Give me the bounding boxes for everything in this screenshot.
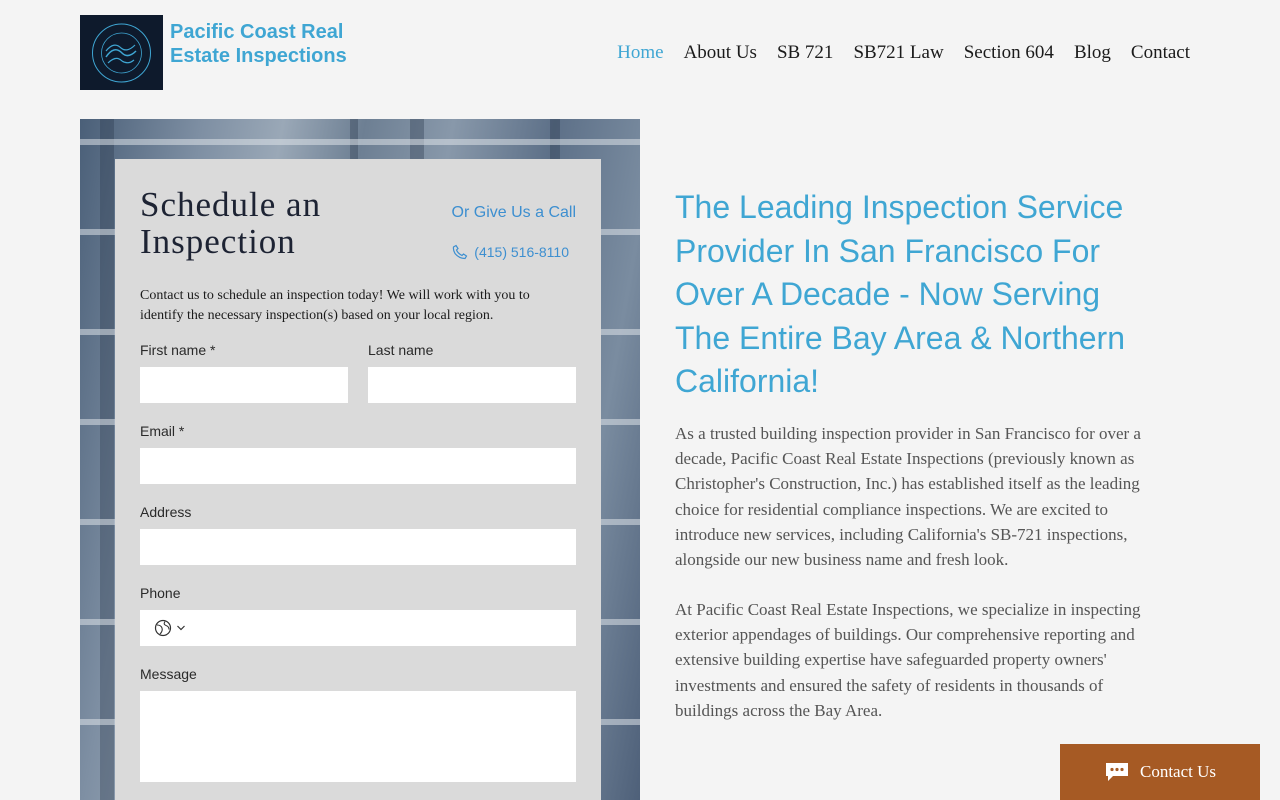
first-name-label: First name *: [140, 342, 216, 358]
schedule-form-card: Schedule an Inspection Or Give Us a Call…: [115, 159, 601, 800]
nav-contact[interactable]: Contact: [1131, 40, 1190, 66]
phone-icon: [453, 244, 468, 260]
nav-home[interactable]: Home: [617, 40, 663, 66]
main-nav: Home About Us SB 721 SB721 Law Section 6…: [617, 40, 1190, 66]
address-label: Address: [140, 504, 192, 520]
message-input[interactable]: [140, 691, 576, 782]
chat-bubble-icon: [1105, 763, 1128, 781]
brand-name[interactable]: Pacific Coast Real Estate Inspections: [170, 20, 347, 68]
phone-number: (415) 516-8110: [474, 244, 569, 260]
phone-input[interactable]: [140, 610, 576, 646]
main-headline: The Leading Inspection Service Provider …: [675, 189, 1125, 399]
intro-paragraph-1: As a trusted building inspection provide…: [675, 424, 1141, 570]
address-input[interactable]: [140, 529, 576, 565]
form-title: Schedule an Inspection: [140, 185, 322, 261]
intro-paragraph-2: At Pacific Coast Real Estate Inspections…: [675, 600, 1141, 720]
brand-line-1: Pacific Coast Real: [170, 21, 344, 43]
form-intro: Contact us to schedule an inspection tod…: [140, 288, 530, 323]
brand-line-2: Estate Inspections: [170, 45, 347, 67]
globe-icon: [154, 619, 172, 637]
message-label: Message: [140, 666, 197, 682]
country-selector[interactable]: [154, 619, 186, 637]
call-label: Or Give Us a Call: [451, 204, 576, 221]
contact-us-chat-button[interactable]: Contact Us: [1060, 744, 1260, 800]
first-name-input[interactable]: [140, 367, 348, 403]
contact-us-label: Contact Us: [1139, 762, 1217, 781]
nav-about-us[interactable]: About Us: [684, 40, 757, 66]
email-input[interactable]: [140, 448, 576, 484]
last-name-label: Last name: [368, 342, 434, 358]
email-label: Email *: [140, 423, 185, 439]
nav-section-604[interactable]: Section 604: [964, 40, 1054, 66]
nav-sb-721[interactable]: SB 721: [777, 40, 834, 66]
phone-label: Phone: [140, 585, 181, 601]
phone-link[interactable]: (415) 516-8110: [452, 244, 569, 260]
last-name-input[interactable]: [368, 367, 576, 403]
nav-blog[interactable]: Blog: [1074, 40, 1111, 66]
logo[interactable]: [80, 15, 163, 90]
chevron-down-icon: [177, 625, 185, 631]
nav-sb721-law[interactable]: SB721 Law: [853, 40, 943, 66]
wave-logo-icon: [92, 23, 151, 82]
